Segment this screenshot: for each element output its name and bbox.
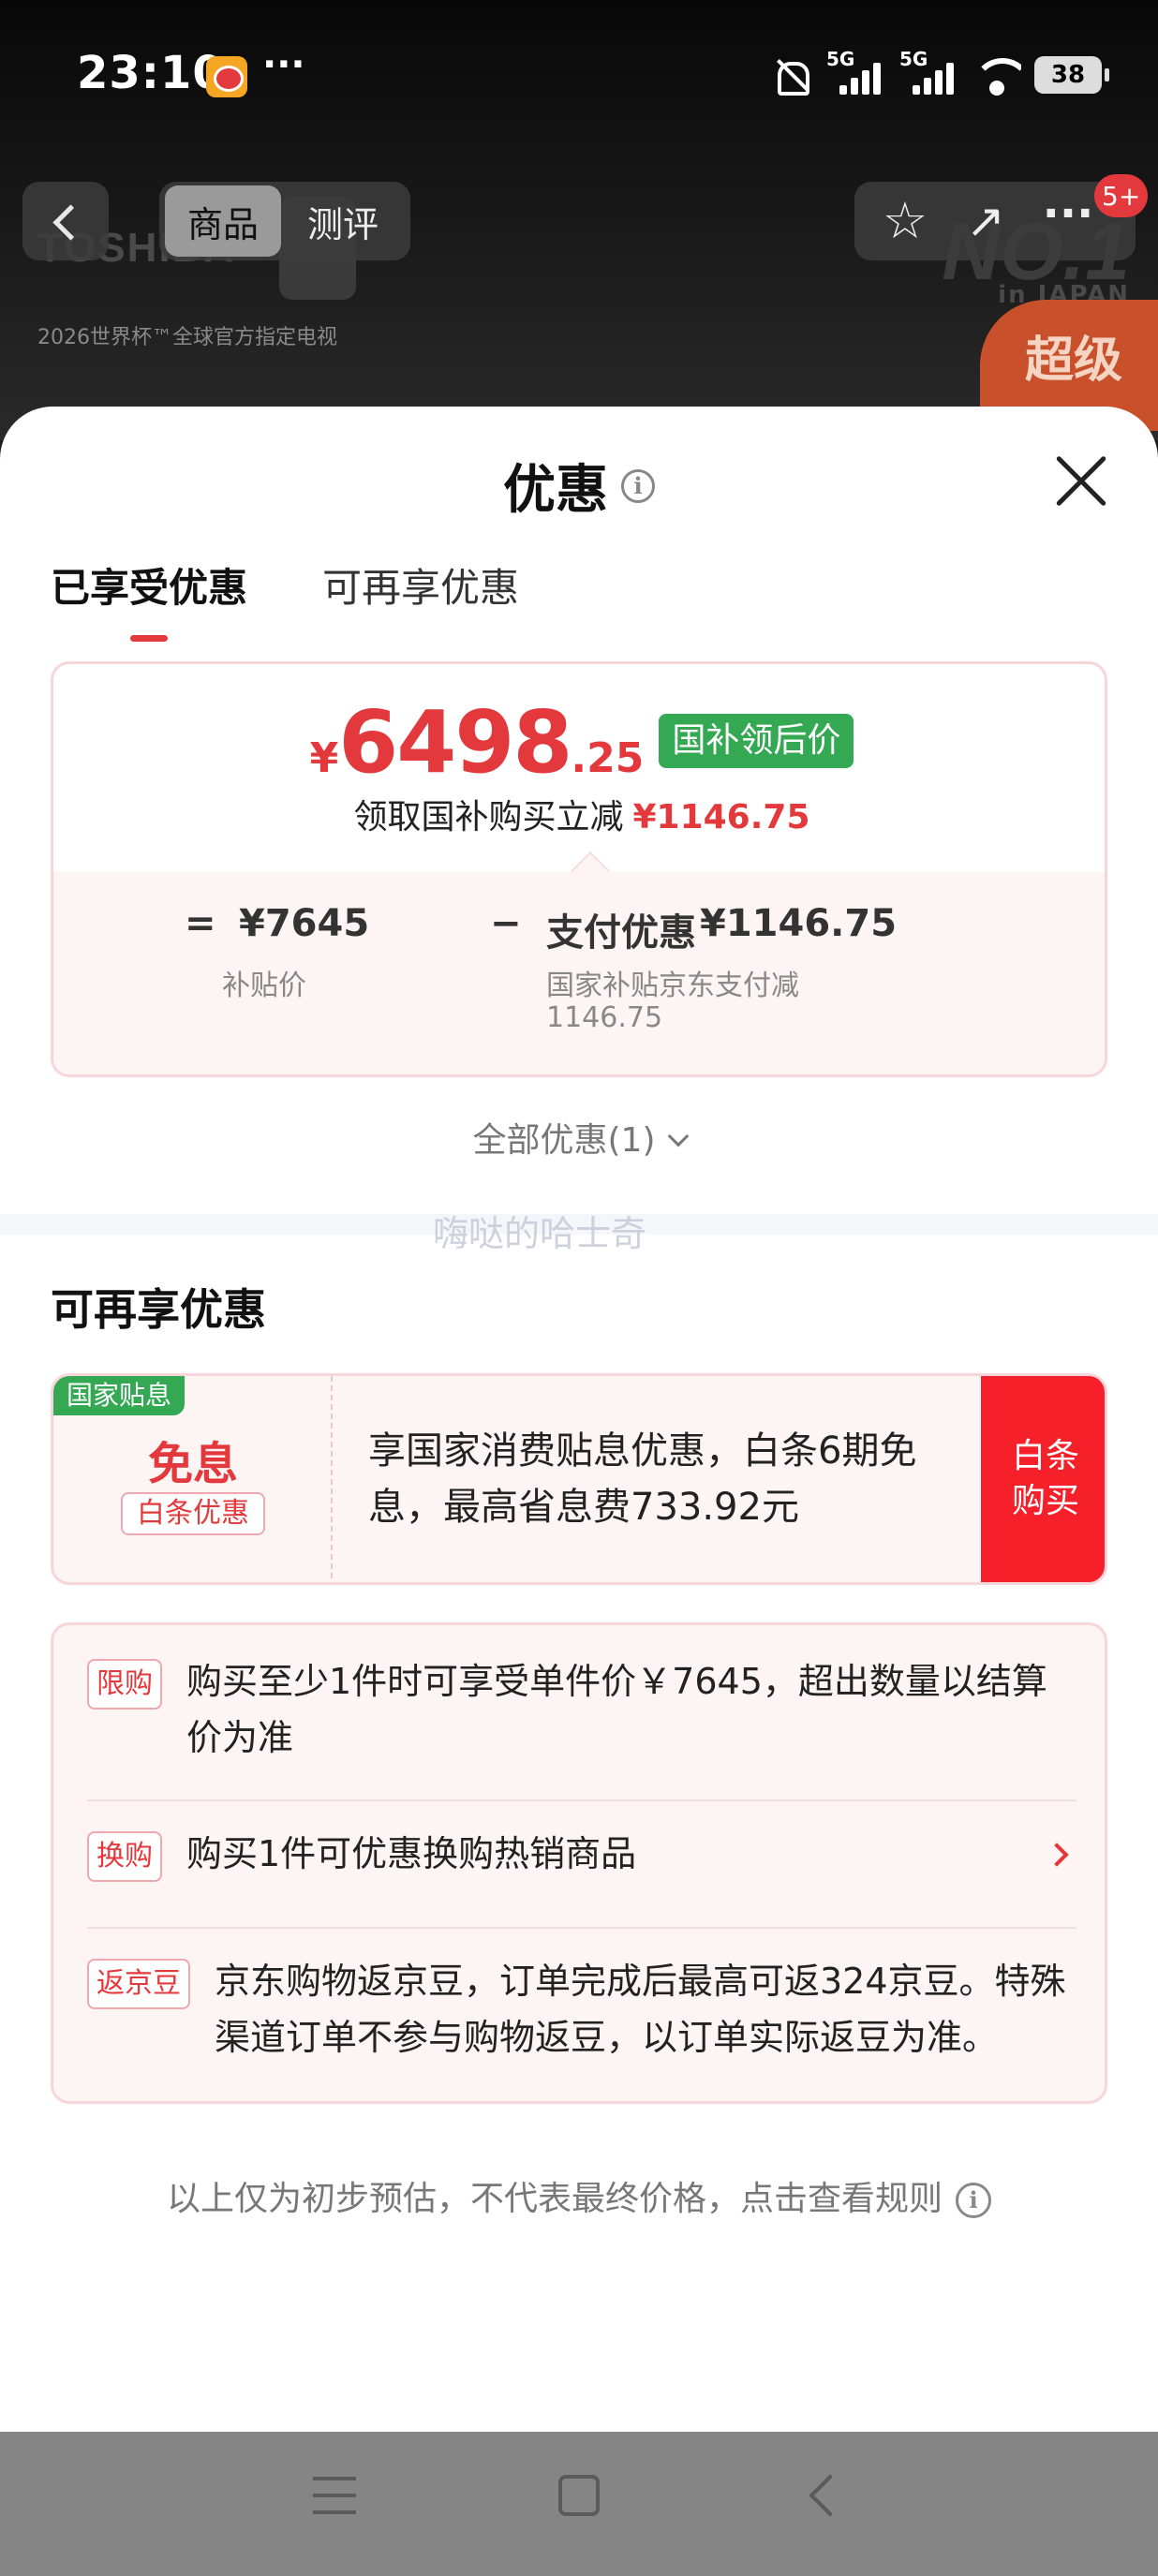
jingdou-row: 返京豆 京东购物返京豆，订单完成后最高可返324京豆。特殊渠道订单不参与购物返豆… bbox=[87, 1953, 1076, 2075]
status-bar: 23:10 ··· 5G 5G 38 bbox=[0, 0, 1158, 150]
status-icons: 5G 5G 38 bbox=[770, 47, 1109, 103]
sheet-title: 优惠 bbox=[503, 460, 608, 521]
baitiao-buy-button[interactable]: 白条 购买 bbox=[981, 1376, 1105, 1582]
footnote-text: 以上仅为初步预估，不代表最终价格，点击查看规则 bbox=[166, 2180, 943, 2218]
sheet-header: 优惠 i bbox=[0, 448, 1158, 524]
reduction-line: 领取国补购买立减 ¥1146.75 bbox=[53, 790, 1105, 838]
info-icon: i bbox=[956, 2183, 991, 2218]
more-discounts-title: 可再享优惠 bbox=[51, 1284, 266, 1335]
minus-sign: − bbox=[490, 902, 522, 945]
tab-product[interactable]: 商品 bbox=[165, 185, 281, 257]
payment-discount-desc: 国家补贴京东支付减 bbox=[546, 970, 799, 1002]
row-divider bbox=[87, 1927, 1076, 1929]
price-summary-card: ¥6498.25 国补领后价 领取国补购买立减 ¥1146.75 = ¥7645 补… bbox=[51, 661, 1107, 1077]
all-discounts-link[interactable]: 全部优惠(1) bbox=[0, 1113, 1158, 1162]
back-button[interactable] bbox=[22, 182, 109, 260]
tab-more-discounts[interactable]: 可再享优惠 bbox=[322, 556, 519, 638]
header-actions: ☆ ↗ ··· bbox=[854, 182, 1136, 260]
weibo-app-icon bbox=[206, 56, 247, 97]
exchange-row[interactable]: 换购 购买1件可优惠换购热销商品 bbox=[87, 1826, 1076, 1891]
back-icon[interactable] bbox=[809, 2474, 852, 2517]
payment-discount-desc-amount: 1146.75 bbox=[546, 1001, 663, 1034]
limit-badge: 限购 bbox=[87, 1659, 162, 1710]
jingdou-text: 京东购物返京豆，订单完成后最高可返324京豆。特殊渠道订单不参与购物返豆，以订单… bbox=[215, 1961, 1066, 2058]
coupon-title: 免息 bbox=[147, 1438, 238, 1490]
subsidy-price-tag: 国补领后价 bbox=[659, 714, 854, 768]
limit-row: 限购 购买至少1件时可享受单件价￥7645，超出数量以结算价为准 bbox=[87, 1653, 1076, 1775]
mute-icon bbox=[770, 56, 813, 96]
buy-button-line1: 白条 bbox=[1011, 1437, 1079, 1475]
discount-tabs: 已享受优惠 可再享优惠 bbox=[51, 556, 519, 642]
discount-sheet: 优惠 i 已享受优惠 可再享优惠 ¥6498.25 国补领后价 领取国补购买立减 ¥1… bbox=[0, 407, 1158, 2432]
coupon-sub-tag: 白条优惠 bbox=[121, 1492, 265, 1535]
wifi-icon bbox=[972, 54, 1021, 96]
share-icon[interactable]: ↗ bbox=[959, 195, 1012, 247]
recent-apps-icon[interactable] bbox=[313, 2477, 356, 2514]
equals-sign: = bbox=[185, 902, 216, 945]
message-count-badge: 5+ bbox=[1094, 174, 1149, 217]
signal-icon: 5G bbox=[826, 48, 886, 98]
favorite-star-icon[interactable]: ☆ bbox=[879, 195, 931, 247]
more-icon[interactable]: ··· bbox=[1042, 191, 1094, 247]
system-nav-bar bbox=[0, 2432, 1158, 2576]
tab-enjoyed-discounts[interactable]: 已享受优惠 bbox=[51, 556, 247, 642]
base-price: ¥7645 bbox=[239, 902, 370, 945]
page-tabs: 商品 测评 bbox=[159, 182, 410, 260]
tab-review[interactable]: 测评 bbox=[285, 185, 401, 257]
brand-subtitle: 2026世界杯™全球官方指定电视 bbox=[37, 326, 337, 349]
limit-text: 购买至少1件时可享受单件价￥7645，超出数量以结算价为准 bbox=[186, 1661, 1047, 1758]
status-time: 23:10 bbox=[77, 47, 225, 99]
final-price: ¥6498.25 国补领后价 bbox=[53, 692, 1105, 792]
all-discounts-label: 全部优惠(1) bbox=[472, 1121, 656, 1160]
coupon-corner-tag: 国家贴息 bbox=[53, 1376, 186, 1415]
home-icon[interactable] bbox=[558, 2475, 600, 2516]
exchange-text: 购买1件可优惠换购热销商品 bbox=[186, 1833, 637, 1874]
jingdou-badge: 返京豆 bbox=[87, 1959, 190, 2009]
reduction-text: 领取国补购买立减 bbox=[353, 798, 624, 836]
coupon-left: 国家贴息 免息 白条优惠 bbox=[53, 1376, 333, 1582]
reduction-amount: ¥1146.75 bbox=[632, 798, 810, 836]
price-rules-link[interactable]: 以上仅为初步预估，不代表最终价格，点击查看规则 i bbox=[0, 2171, 1158, 2220]
watermark: 嗨哒的哈士奇 bbox=[433, 1213, 647, 1254]
battery-indicator: 38 bbox=[1034, 56, 1109, 94]
chevron-down-icon bbox=[667, 1125, 689, 1147]
price-decimal: .25 bbox=[571, 734, 645, 782]
row-divider bbox=[87, 1799, 1076, 1801]
price-currency: ¥ bbox=[309, 734, 339, 782]
more-notifications-icon: ··· bbox=[262, 43, 305, 86]
purchase-info-card: 限购 购买至少1件时可享受单件价￥7645，超出数量以结算价为准 换购 购买1件… bbox=[51, 1622, 1107, 2104]
info-icon[interactable]: i bbox=[621, 468, 655, 503]
payment-discount-label: 支付优惠 bbox=[546, 911, 696, 955]
exchange-badge: 换购 bbox=[87, 1831, 162, 1882]
payment-discount-amount: ¥1146.75 bbox=[700, 902, 898, 945]
base-price-label: 补贴价 bbox=[222, 970, 306, 1002]
coupon-description: 享国家消费贴息优惠，白条6期免息，最高省息费733.92元 bbox=[368, 1429, 917, 1529]
price-integer: 6498 bbox=[338, 692, 572, 792]
close-button[interactable] bbox=[1053, 453, 1109, 510]
buy-button-line2: 购买 bbox=[1011, 1482, 1079, 1520]
interest-free-coupon: 国家贴息 免息 白条优惠 享国家消费贴息优惠，白条6期免息，最高省息费733.9… bbox=[51, 1373, 1107, 1585]
signal-icon-2: 5G bbox=[899, 48, 959, 98]
